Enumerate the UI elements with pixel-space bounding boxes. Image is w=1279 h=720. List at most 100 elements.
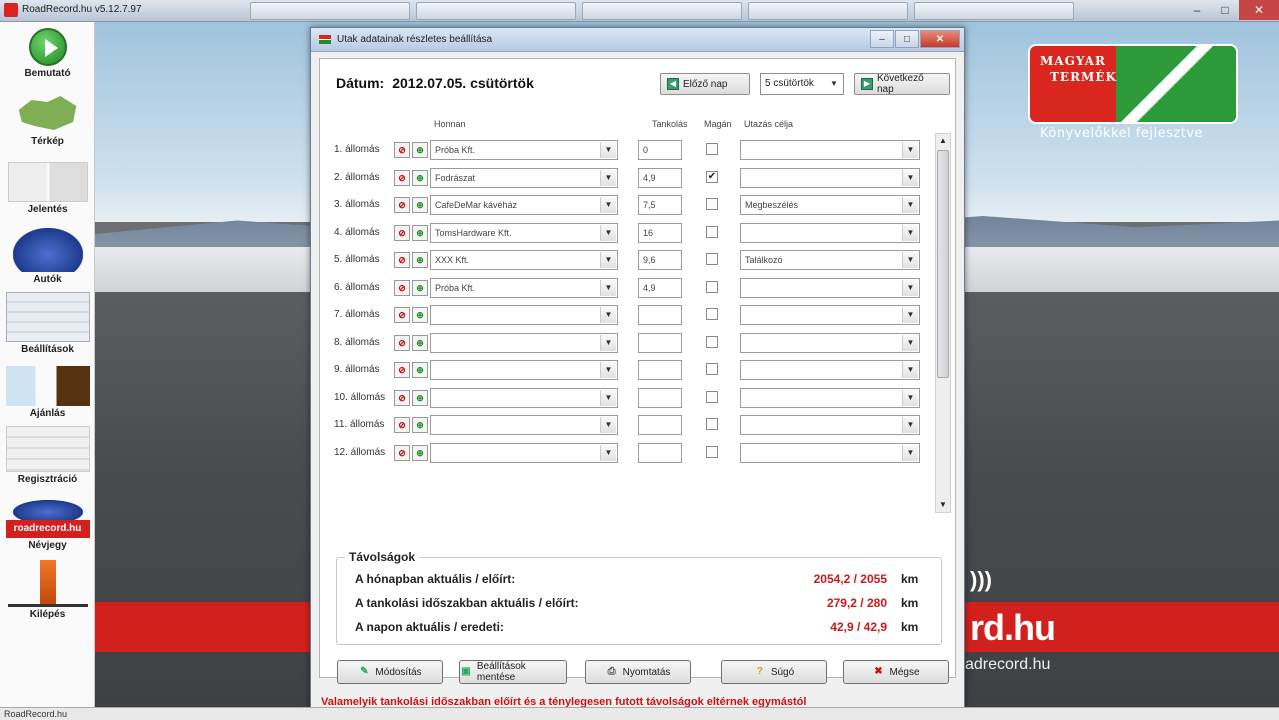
add-icon[interactable]: ⊕ [412, 279, 428, 296]
settings-save-button[interactable]: ▣ Beállítások mentése [459, 660, 567, 684]
fuel-input[interactable] [638, 332, 682, 353]
partner-select[interactable]: TomsHardware Kft. ▼ [430, 222, 618, 243]
window-tab[interactable] [416, 2, 576, 20]
add-icon[interactable]: ⊕ [412, 389, 428, 406]
purpose-select[interactable]: ▼ [740, 167, 920, 188]
add-icon[interactable]: ⊕ [412, 224, 428, 241]
print-button[interactable]: ⎙ Nyomtatás [585, 660, 691, 684]
sidebar-item-about[interactable]: roadrecord.hu Névjegy [0, 500, 95, 551]
next-day-button[interactable]: ▶ Következő nap [854, 73, 950, 95]
fuel-input[interactable]: 4,9 [638, 277, 682, 298]
purpose-select[interactable]: ▼ [740, 387, 920, 408]
sidebar-item-cars[interactable]: Autók [0, 228, 95, 285]
add-icon[interactable]: ⊕ [412, 417, 428, 433]
private-checkbox[interactable] [706, 280, 718, 293]
remove-icon[interactable]: ⊘ [394, 334, 410, 351]
fuel-input[interactable] [638, 305, 682, 325]
help-button[interactable]: ? Súgó [721, 660, 827, 684]
remove-icon[interactable]: ⊘ [394, 142, 410, 158]
fuel-input[interactable]: 9,6 [638, 250, 682, 270]
fuel-input[interactable] [638, 387, 682, 408]
private-checkbox[interactable] [706, 253, 718, 265]
sidebar-item-recommend[interactable]: Ajánlás [0, 366, 95, 419]
purpose-select[interactable]: ▼ [740, 277, 920, 298]
dialog-titlebar[interactable]: Utak adatainak részletes beállítása – □ … [311, 28, 964, 52]
fuel-input[interactable]: 16 [638, 222, 682, 243]
week-day-select[interactable]: 5 csütörtök ▼ [760, 73, 844, 95]
modify-button[interactable]: ✎ Módosítás [337, 660, 443, 684]
partner-select[interactable]: Fodrászat ▼ [430, 167, 618, 188]
partner-select[interactable]: ▼ [430, 387, 618, 408]
scroll-down-icon[interactable]: ▼ [936, 498, 950, 512]
private-checkbox[interactable] [706, 143, 718, 155]
remove-icon[interactable]: ⊘ [394, 197, 410, 213]
private-checkbox[interactable] [706, 418, 718, 430]
add-icon[interactable]: ⊕ [412, 252, 428, 268]
fuel-input[interactable]: 7,5 [638, 195, 682, 215]
partner-select[interactable]: ▼ [430, 360, 618, 380]
purpose-select[interactable]: ▼ [740, 360, 920, 380]
add-icon[interactable]: ⊕ [412, 197, 428, 213]
remove-icon[interactable]: ⊘ [394, 252, 410, 268]
cancel-button[interactable]: ✖ Mégse [843, 660, 949, 684]
fuel-input[interactable] [638, 442, 682, 463]
minimize-icon[interactable]: – [1183, 0, 1211, 20]
partner-select[interactable]: ▼ [430, 305, 618, 325]
private-checkbox[interactable] [706, 335, 718, 348]
private-checkbox[interactable] [706, 363, 718, 375]
purpose-select[interactable]: ▼ [740, 332, 920, 353]
partner-select[interactable]: CafeDeMar kávéház ▼ [430, 195, 618, 215]
minimize-icon[interactable]: – [870, 30, 894, 48]
sidebar-item-registration[interactable]: Regisztráció [0, 426, 95, 485]
add-icon[interactable]: ⊕ [412, 334, 428, 351]
private-checkbox[interactable] [706, 198, 718, 210]
maximize-icon[interactable]: □ [895, 30, 919, 48]
remove-icon[interactable]: ⊘ [394, 444, 410, 461]
prev-day-button[interactable]: ◀ Előző nap [660, 73, 750, 95]
window-tab[interactable] [582, 2, 742, 20]
close-icon[interactable]: ✕ [920, 30, 960, 48]
sidebar-item-report[interactable]: Jelentés [0, 162, 95, 215]
private-checkbox[interactable] [706, 390, 718, 403]
window-tab[interactable] [914, 2, 1074, 20]
sidebar-item-exit[interactable]: Kilépés [0, 560, 95, 620]
window-tab[interactable] [250, 2, 410, 20]
fuel-input[interactable]: 0 [638, 140, 682, 160]
partner-select[interactable]: Próba Kft. ▼ [430, 277, 618, 298]
stations-scrollbar[interactable]: ▲ ▼ [935, 133, 951, 513]
remove-icon[interactable]: ⊘ [394, 224, 410, 241]
partner-select[interactable]: Próba Kft. ▼ [430, 140, 618, 160]
partner-select[interactable]: ▼ [430, 442, 618, 463]
add-icon[interactable]: ⊕ [412, 169, 428, 186]
sidebar-item-settings[interactable]: Beállítások [0, 292, 95, 355]
private-checkbox[interactable]: ✔ [706, 170, 718, 183]
add-icon[interactable]: ⊕ [412, 142, 428, 158]
sidebar-item-map[interactable]: Térkép [0, 94, 95, 147]
remove-icon[interactable]: ⊘ [394, 279, 410, 296]
remove-icon[interactable]: ⊘ [394, 417, 410, 433]
remove-icon[interactable]: ⊘ [394, 307, 410, 323]
purpose-select[interactable]: ▼ [740, 415, 920, 435]
scroll-thumb[interactable] [937, 150, 949, 378]
purpose-select[interactable]: ▼ [740, 222, 920, 243]
fuel-input[interactable] [638, 360, 682, 380]
fuel-input[interactable]: 4,9 [638, 167, 682, 188]
window-tab[interactable] [748, 2, 908, 20]
private-checkbox[interactable] [706, 225, 718, 238]
remove-icon[interactable]: ⊘ [394, 362, 410, 378]
scroll-up-icon[interactable]: ▲ [936, 134, 950, 148]
maximize-icon[interactable]: □ [1211, 0, 1239, 20]
partner-select[interactable]: ▼ [430, 415, 618, 435]
close-icon[interactable]: ✕ [1239, 0, 1279, 20]
purpose-select[interactable]: ▼ [740, 442, 920, 463]
purpose-select[interactable]: Találkozó ▼ [740, 250, 920, 270]
add-icon[interactable]: ⊕ [412, 444, 428, 461]
fuel-input[interactable] [638, 415, 682, 435]
private-checkbox[interactable] [706, 308, 718, 320]
remove-icon[interactable]: ⊘ [394, 389, 410, 406]
purpose-select[interactable]: ▼ [740, 305, 920, 325]
private-checkbox[interactable] [706, 445, 718, 458]
purpose-select[interactable]: ▼ [740, 140, 920, 160]
remove-icon[interactable]: ⊘ [394, 169, 410, 186]
partner-select[interactable]: ▼ [430, 332, 618, 353]
